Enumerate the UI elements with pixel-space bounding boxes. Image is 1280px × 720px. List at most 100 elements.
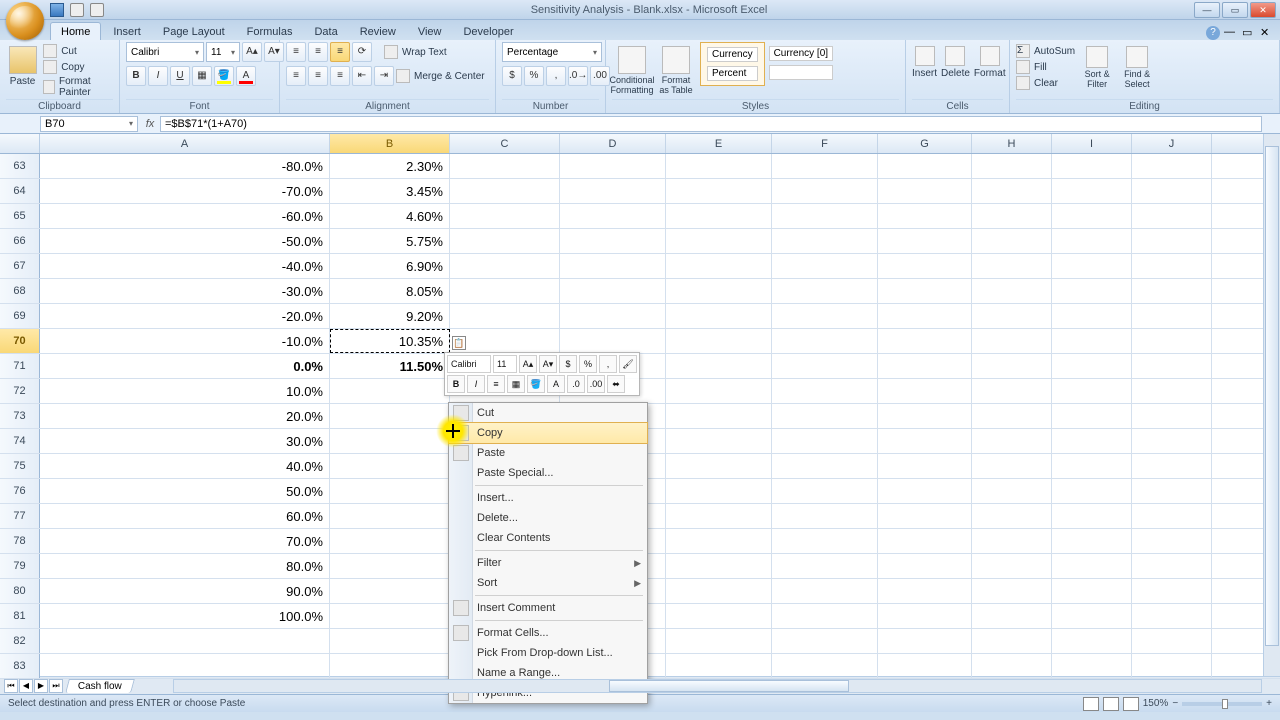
column-header-D[interactable]: D	[560, 134, 666, 153]
cell-A73[interactable]: 20.0%	[40, 404, 330, 428]
row-header-64[interactable]: 64	[0, 179, 40, 203]
cell-B70[interactable]: 10.35%	[330, 329, 450, 353]
cell-E71[interactable]	[666, 354, 772, 378]
cells-insert-button[interactable]: Insert	[912, 42, 937, 79]
cell-C65[interactable]	[450, 204, 560, 228]
tab-review[interactable]: Review	[350, 23, 406, 40]
cell-H83[interactable]	[972, 654, 1052, 678]
row-header-77[interactable]: 77	[0, 504, 40, 528]
mdi-close-icon[interactable]: ✕	[1260, 26, 1274, 40]
cells-format-button[interactable]: Format	[974, 42, 1006, 79]
cell-H73[interactable]	[972, 404, 1052, 428]
orientation-button[interactable]: ⟳	[352, 42, 372, 62]
cell-I68[interactable]	[1052, 279, 1132, 303]
cell-J81[interactable]	[1132, 604, 1212, 628]
row-header-83[interactable]: 83	[0, 654, 40, 678]
cell-G78[interactable]	[878, 529, 972, 553]
cell-A68[interactable]: -30.0%	[40, 279, 330, 303]
cell-J67[interactable]	[1132, 254, 1212, 278]
fill-button[interactable]: Fill	[1016, 60, 1075, 74]
mini-font-color[interactable]: A	[547, 375, 565, 393]
mini-center[interactable]: ≡	[487, 375, 505, 393]
format-painter-button[interactable]: Format Painter	[43, 76, 113, 98]
menu-item-paste-special[interactable]: Paste Special...	[449, 463, 647, 483]
cell-H74[interactable]	[972, 429, 1052, 453]
cell-E74[interactable]	[666, 429, 772, 453]
cell-H68[interactable]	[972, 279, 1052, 303]
cell-H71[interactable]	[972, 354, 1052, 378]
cell-I82[interactable]	[1052, 629, 1132, 653]
cell-G68[interactable]	[878, 279, 972, 303]
cell-J69[interactable]	[1132, 304, 1212, 328]
cell-C70[interactable]	[450, 329, 560, 353]
mini-fill-color[interactable]: 🪣	[527, 375, 545, 393]
cell-styles-gallery[interactable]: Currency Percent	[700, 42, 765, 86]
tab-insert[interactable]: Insert	[103, 23, 151, 40]
cell-B65[interactable]: 4.60%	[330, 204, 450, 228]
zoom-level[interactable]: 150%	[1143, 698, 1169, 709]
cell-C67[interactable]	[450, 254, 560, 278]
increase-font-button[interactable]: A▴	[242, 42, 262, 62]
cell-C64[interactable]	[450, 179, 560, 203]
tab-formulas[interactable]: Formulas	[237, 23, 303, 40]
cell-E64[interactable]	[666, 179, 772, 203]
menu-item-insert-comment[interactable]: Insert Comment	[449, 598, 647, 618]
cell-B69[interactable]: 9.20%	[330, 304, 450, 328]
cell-H82[interactable]	[972, 629, 1052, 653]
cell-I74[interactable]	[1052, 429, 1132, 453]
cell-G63[interactable]	[878, 154, 972, 178]
cell-E70[interactable]	[666, 329, 772, 353]
wrap-text-button[interactable]: Wrap Text	[384, 42, 447, 62]
cell-F64[interactable]	[772, 179, 878, 203]
cell-G67[interactable]	[878, 254, 972, 278]
align-center-button[interactable]: ≡	[308, 66, 328, 86]
cell-E83[interactable]	[666, 654, 772, 678]
cell-F73[interactable]	[772, 404, 878, 428]
zoom-in-button[interactable]: +	[1266, 698, 1272, 709]
mdi-minimize-icon[interactable]: —	[1224, 26, 1238, 40]
cell-G74[interactable]	[878, 429, 972, 453]
cell-G72[interactable]	[878, 379, 972, 403]
cell-F74[interactable]	[772, 429, 878, 453]
column-header-F[interactable]: F	[772, 134, 878, 153]
cell-styles-gallery-2[interactable]: Currency [0]	[769, 42, 839, 84]
cell-E69[interactable]	[666, 304, 772, 328]
cell-G81[interactable]	[878, 604, 972, 628]
cell-H69[interactable]	[972, 304, 1052, 328]
cell-H63[interactable]	[972, 154, 1052, 178]
mini-format-painter[interactable]: 🖌	[619, 355, 637, 373]
cell-B73[interactable]	[330, 404, 450, 428]
cell-I78[interactable]	[1052, 529, 1132, 553]
cell-F80[interactable]	[772, 579, 878, 603]
font-name-combo[interactable]: Calibri▾	[126, 42, 204, 62]
cell-I70[interactable]	[1052, 329, 1132, 353]
column-header-H[interactable]: H	[972, 134, 1052, 153]
menu-item-sort[interactable]: Sort▶	[449, 573, 647, 593]
style-currency-0[interactable]: Currency [0]	[769, 46, 833, 61]
cell-E65[interactable]	[666, 204, 772, 228]
number-format-combo[interactable]: Percentage▾	[502, 42, 602, 62]
mini-dec-decimal[interactable]: .00	[587, 375, 605, 393]
row-header-72[interactable]: 72	[0, 379, 40, 403]
name-box[interactable]: B70▾	[40, 116, 138, 132]
cell-G83[interactable]	[878, 654, 972, 678]
align-middle-button[interactable]: ≡	[308, 42, 328, 62]
zoom-thumb[interactable]	[1222, 699, 1228, 709]
row-header-73[interactable]: 73	[0, 404, 40, 428]
cell-F66[interactable]	[772, 229, 878, 253]
cell-I80[interactable]	[1052, 579, 1132, 603]
cell-I83[interactable]	[1052, 654, 1132, 678]
cell-G79[interactable]	[878, 554, 972, 578]
menu-item-cut[interactable]: Cut	[449, 403, 647, 423]
cell-H64[interactable]	[972, 179, 1052, 203]
cell-F67[interactable]	[772, 254, 878, 278]
cell-B75[interactable]	[330, 454, 450, 478]
mini-bold[interactable]: B	[447, 375, 465, 393]
font-color-button[interactable]: A	[236, 66, 256, 86]
row-header-69[interactable]: 69	[0, 304, 40, 328]
column-header-J[interactable]: J	[1132, 134, 1212, 153]
menu-item-filter[interactable]: Filter▶	[449, 553, 647, 573]
cell-A77[interactable]: 60.0%	[40, 504, 330, 528]
row-header-80[interactable]: 80	[0, 579, 40, 603]
cell-A79[interactable]: 80.0%	[40, 554, 330, 578]
